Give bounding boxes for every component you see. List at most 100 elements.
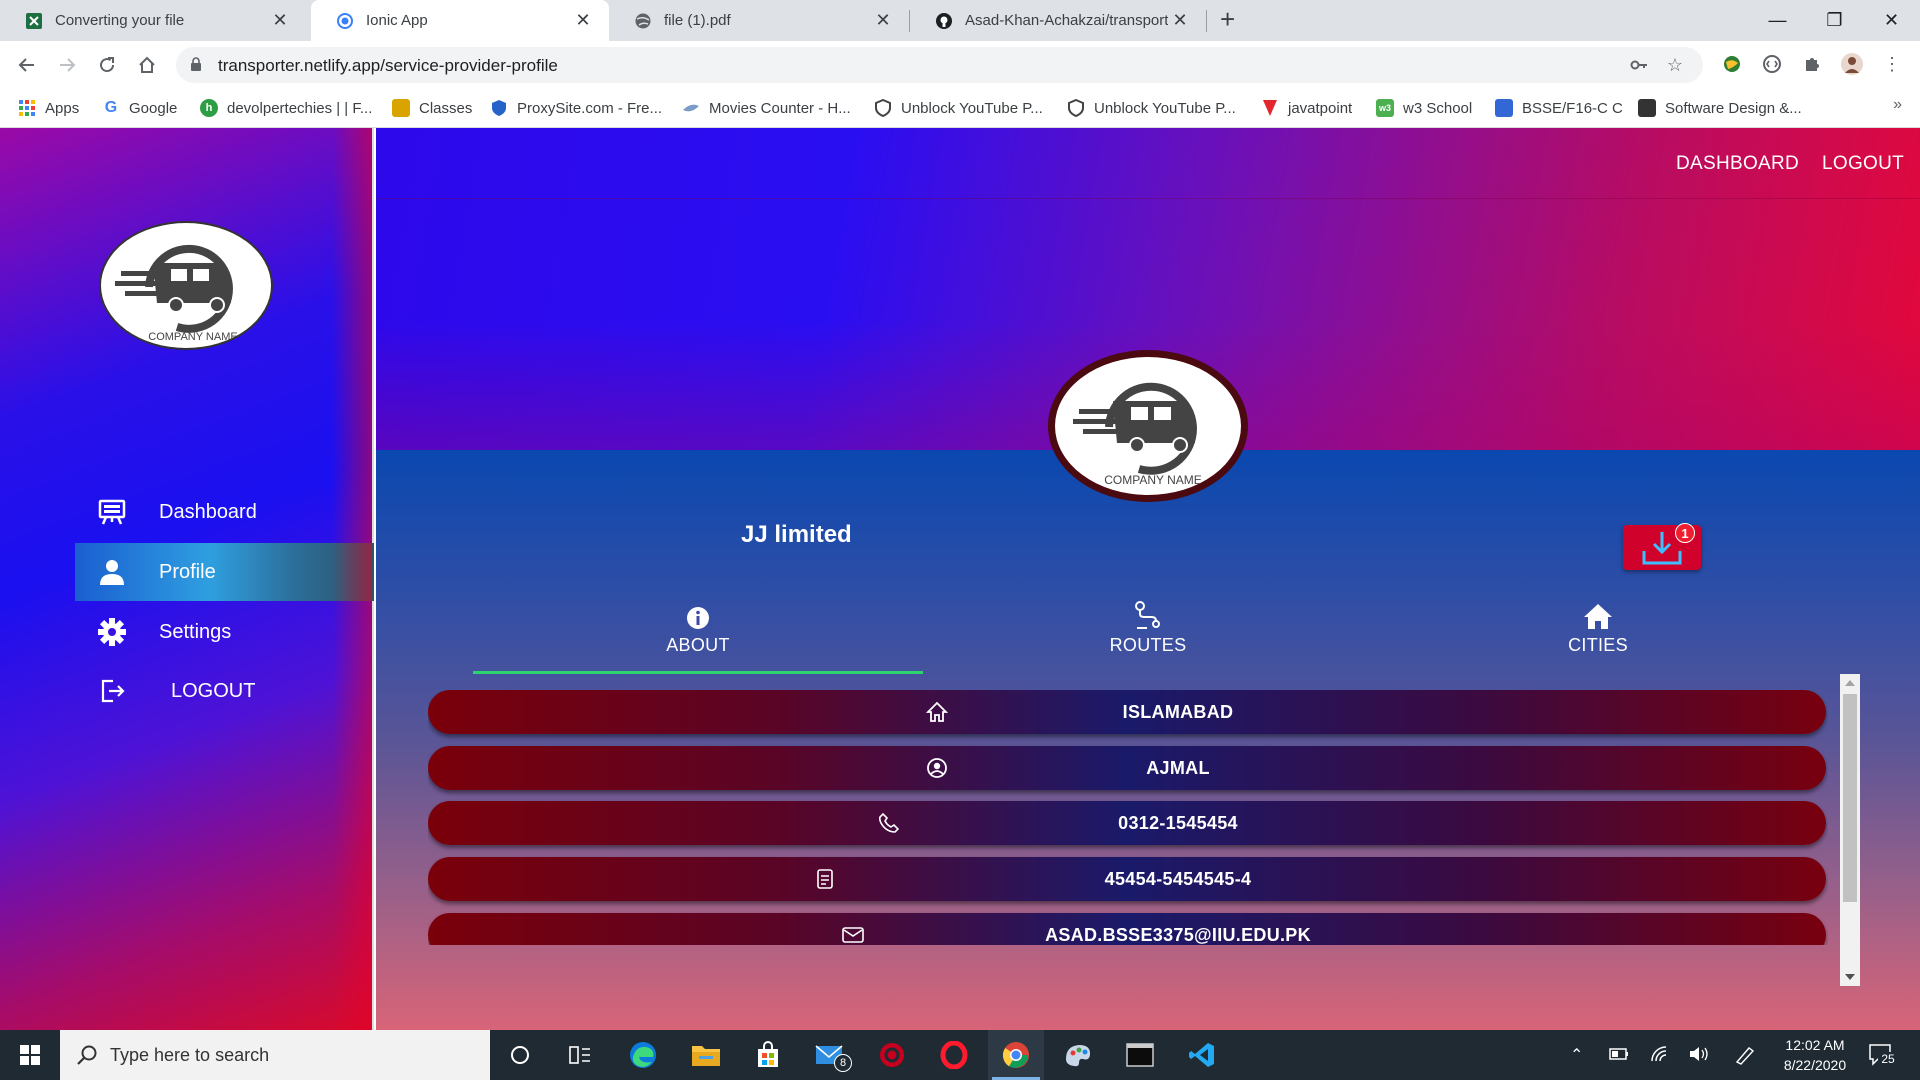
minimize-button[interactable]: — [1749, 0, 1806, 41]
bookmark-bsse-class[interactable]: BSSE/F16-C C [1495, 96, 1623, 120]
scroll-up-arrow-icon[interactable] [1845, 680, 1855, 686]
sidebar-item-logout[interactable]: LOGOUT [75, 662, 374, 720]
close-window-button[interactable]: ✕ [1863, 0, 1920, 41]
about-details-list: ISLAMABAD AJMAL 0312-1545454 45454-54545… [428, 690, 1828, 945]
bookmark-devolpertechies[interactable]: h devolpertechies | | F... [200, 96, 372, 120]
close-tab-icon[interactable]: ✕ [1168, 10, 1192, 31]
file-explorer-icon[interactable] [678, 1030, 734, 1080]
sidebar-item-settings[interactable]: Settings [75, 603, 374, 661]
restore-button[interactable]: ❐ [1806, 0, 1863, 41]
chrome-icon[interactable] [988, 1030, 1044, 1080]
classroom-icon [392, 99, 410, 117]
nav-logout-link[interactable]: LOGOUT [1822, 153, 1904, 175]
address-bar[interactable]: transporter.netlify.app/service-provider… [176, 47, 1703, 83]
javatpoint-icon [1261, 99, 1279, 117]
paint-app-icon[interactable] [1050, 1030, 1106, 1080]
search-placeholder: Type here to search [110, 1044, 270, 1065]
scroll-down-arrow-icon[interactable] [1845, 974, 1855, 980]
browser-tab-github[interactable]: Asad-Khan-Achakzai/transport-s ✕ [910, 0, 1206, 41]
tab-cities[interactable]: CITIES [1373, 600, 1823, 670]
browser-tab-converting[interactable]: Converting your file ✕ [0, 0, 306, 41]
detail-row-city[interactable]: ISLAMABAD [428, 690, 1826, 734]
bookmark-javatpoint[interactable]: javatpoint [1261, 96, 1352, 120]
close-tab-icon[interactable]: ✕ [268, 10, 292, 31]
bookmark-google[interactable]: G Google [102, 96, 178, 120]
terminal-icon[interactable] [1112, 1030, 1168, 1080]
bookmark-star-icon[interactable]: ☆ [1664, 55, 1686, 77]
browser-toolbar: transporter.netlify.app/service-provider… [0, 41, 1920, 88]
shield-icon [874, 99, 892, 117]
back-button[interactable] [12, 50, 42, 80]
search-icon [77, 1045, 97, 1065]
task-view-icon[interactable] [552, 1030, 608, 1080]
sidebar-item-dashboard[interactable]: Dashboard [75, 483, 374, 541]
forward-button[interactable] [52, 50, 82, 80]
top-app-bar: DASHBOARD LOGOUT [376, 128, 1920, 199]
bookmark-software-design[interactable]: Software Design &... [1638, 96, 1802, 120]
scrollbar-thumb[interactable] [1843, 694, 1857, 902]
game-app-icon[interactable] [864, 1030, 920, 1080]
detail-row-phone[interactable]: 0312-1545454 [428, 801, 1826, 845]
volume-icon[interactable] [1688, 1045, 1710, 1068]
opera-icon[interactable] [926, 1030, 982, 1080]
close-tab-icon[interactable]: ✕ [871, 10, 895, 31]
new-tab-button[interactable]: + [1220, 4, 1235, 35]
show-hidden-icons-icon[interactable]: ⌃ [1570, 1045, 1583, 1065]
tab-routes[interactable]: ROUTES [923, 600, 1373, 670]
edge-browser-icon[interactable] [615, 1030, 671, 1080]
store-icon[interactable] [740, 1030, 796, 1080]
extensions-puzzle-icon[interactable] [1800, 52, 1824, 76]
reload-icon [100, 57, 115, 73]
url-text: transporter.netlify.app/service-provider… [218, 56, 558, 75]
sidebar-item-profile[interactable]: Profile [75, 543, 374, 601]
detail-row-owner[interactable]: AJMAL [428, 746, 1826, 790]
bookmark-unblock-youtube-1[interactable]: Unblock YouTube P... [874, 96, 1043, 120]
browser-tab-ionic-app[interactable]: Ionic App ✕ [311, 0, 609, 41]
forward-arrow-icon [60, 58, 76, 72]
shield-icon [1067, 99, 1085, 117]
bookmark-w3-school[interactable]: w3 w3 School [1376, 96, 1472, 120]
nav-dashboard-link[interactable]: DASHBOARD [1676, 153, 1799, 175]
person-icon [95, 555, 129, 589]
details-scrollbar[interactable] [1840, 674, 1860, 986]
key-icon[interactable] [1628, 55, 1650, 77]
battery-icon[interactable] [1608, 1045, 1630, 1068]
document-icon [814, 868, 836, 890]
extension-vpn-icon[interactable] [1760, 52, 1784, 76]
tab-about[interactable]: ABOUT [473, 600, 923, 670]
start-button[interactable] [0, 1030, 60, 1080]
bookmark-classes[interactable]: Classes [392, 96, 472, 120]
tab-separator [1206, 10, 1207, 32]
detail-row-registration[interactable]: 45454-5454545-4 [428, 857, 1826, 901]
bookmark-proxysite[interactable]: ProxySite.com - Fre... [490, 96, 662, 120]
vscode-icon[interactable] [1174, 1030, 1230, 1080]
home-button[interactable] [132, 50, 162, 80]
easel-icon [95, 495, 129, 529]
browser-tab-pdf[interactable]: file (1).pdf ✕ [609, 0, 909, 41]
w3-icon: w3 [1376, 99, 1394, 117]
cortana-icon[interactable] [492, 1030, 548, 1080]
mail-app-icon[interactable]: 8 [802, 1030, 858, 1080]
bookmarks-overflow-icon[interactable]: » [1893, 96, 1902, 114]
close-tab-icon[interactable]: ✕ [571, 10, 595, 31]
side-menu: COMPANY NAME Dashboard Profile Settings [0, 128, 374, 1030]
action-center-icon[interactable]: 25 [1868, 1042, 1898, 1073]
bookmark-apps[interactable]: Apps [18, 96, 79, 120]
pen-workspace-icon[interactable] [1734, 1045, 1756, 1070]
download-button[interactable]: 1 [1623, 523, 1701, 570]
profile-content: DASHBOARD LOGOUT COMPANY NAME JJ limited [376, 128, 1920, 1030]
reload-button[interactable] [92, 50, 122, 80]
wifi-icon[interactable] [1650, 1045, 1672, 1068]
chrome-menu-icon[interactable]: ⋮ [1880, 52, 1904, 76]
bookmark-unblock-youtube-2[interactable]: Unblock YouTube P... [1067, 96, 1236, 120]
person-circle-icon [926, 757, 948, 779]
bookmark-movies-counter[interactable]: Movies Counter - H... [682, 96, 851, 120]
profile-avatar[interactable] [1840, 52, 1864, 76]
extension-globe-icon[interactable] [1720, 52, 1744, 76]
github-icon [935, 12, 953, 30]
detail-row-email[interactable]: ASAD.BSSE3375@IIU.EDU.PK [428, 913, 1826, 945]
system-clock[interactable]: 12:02 AM 8/22/2020 [1770, 1035, 1860, 1075]
taskbar-search-box[interactable]: Type here to search [60, 1030, 490, 1080]
bookmarks-bar: Apps G Google h devolpertechies | | F...… [0, 88, 1920, 128]
van-logo-icon: COMPANY NAME [1073, 382, 1202, 487]
